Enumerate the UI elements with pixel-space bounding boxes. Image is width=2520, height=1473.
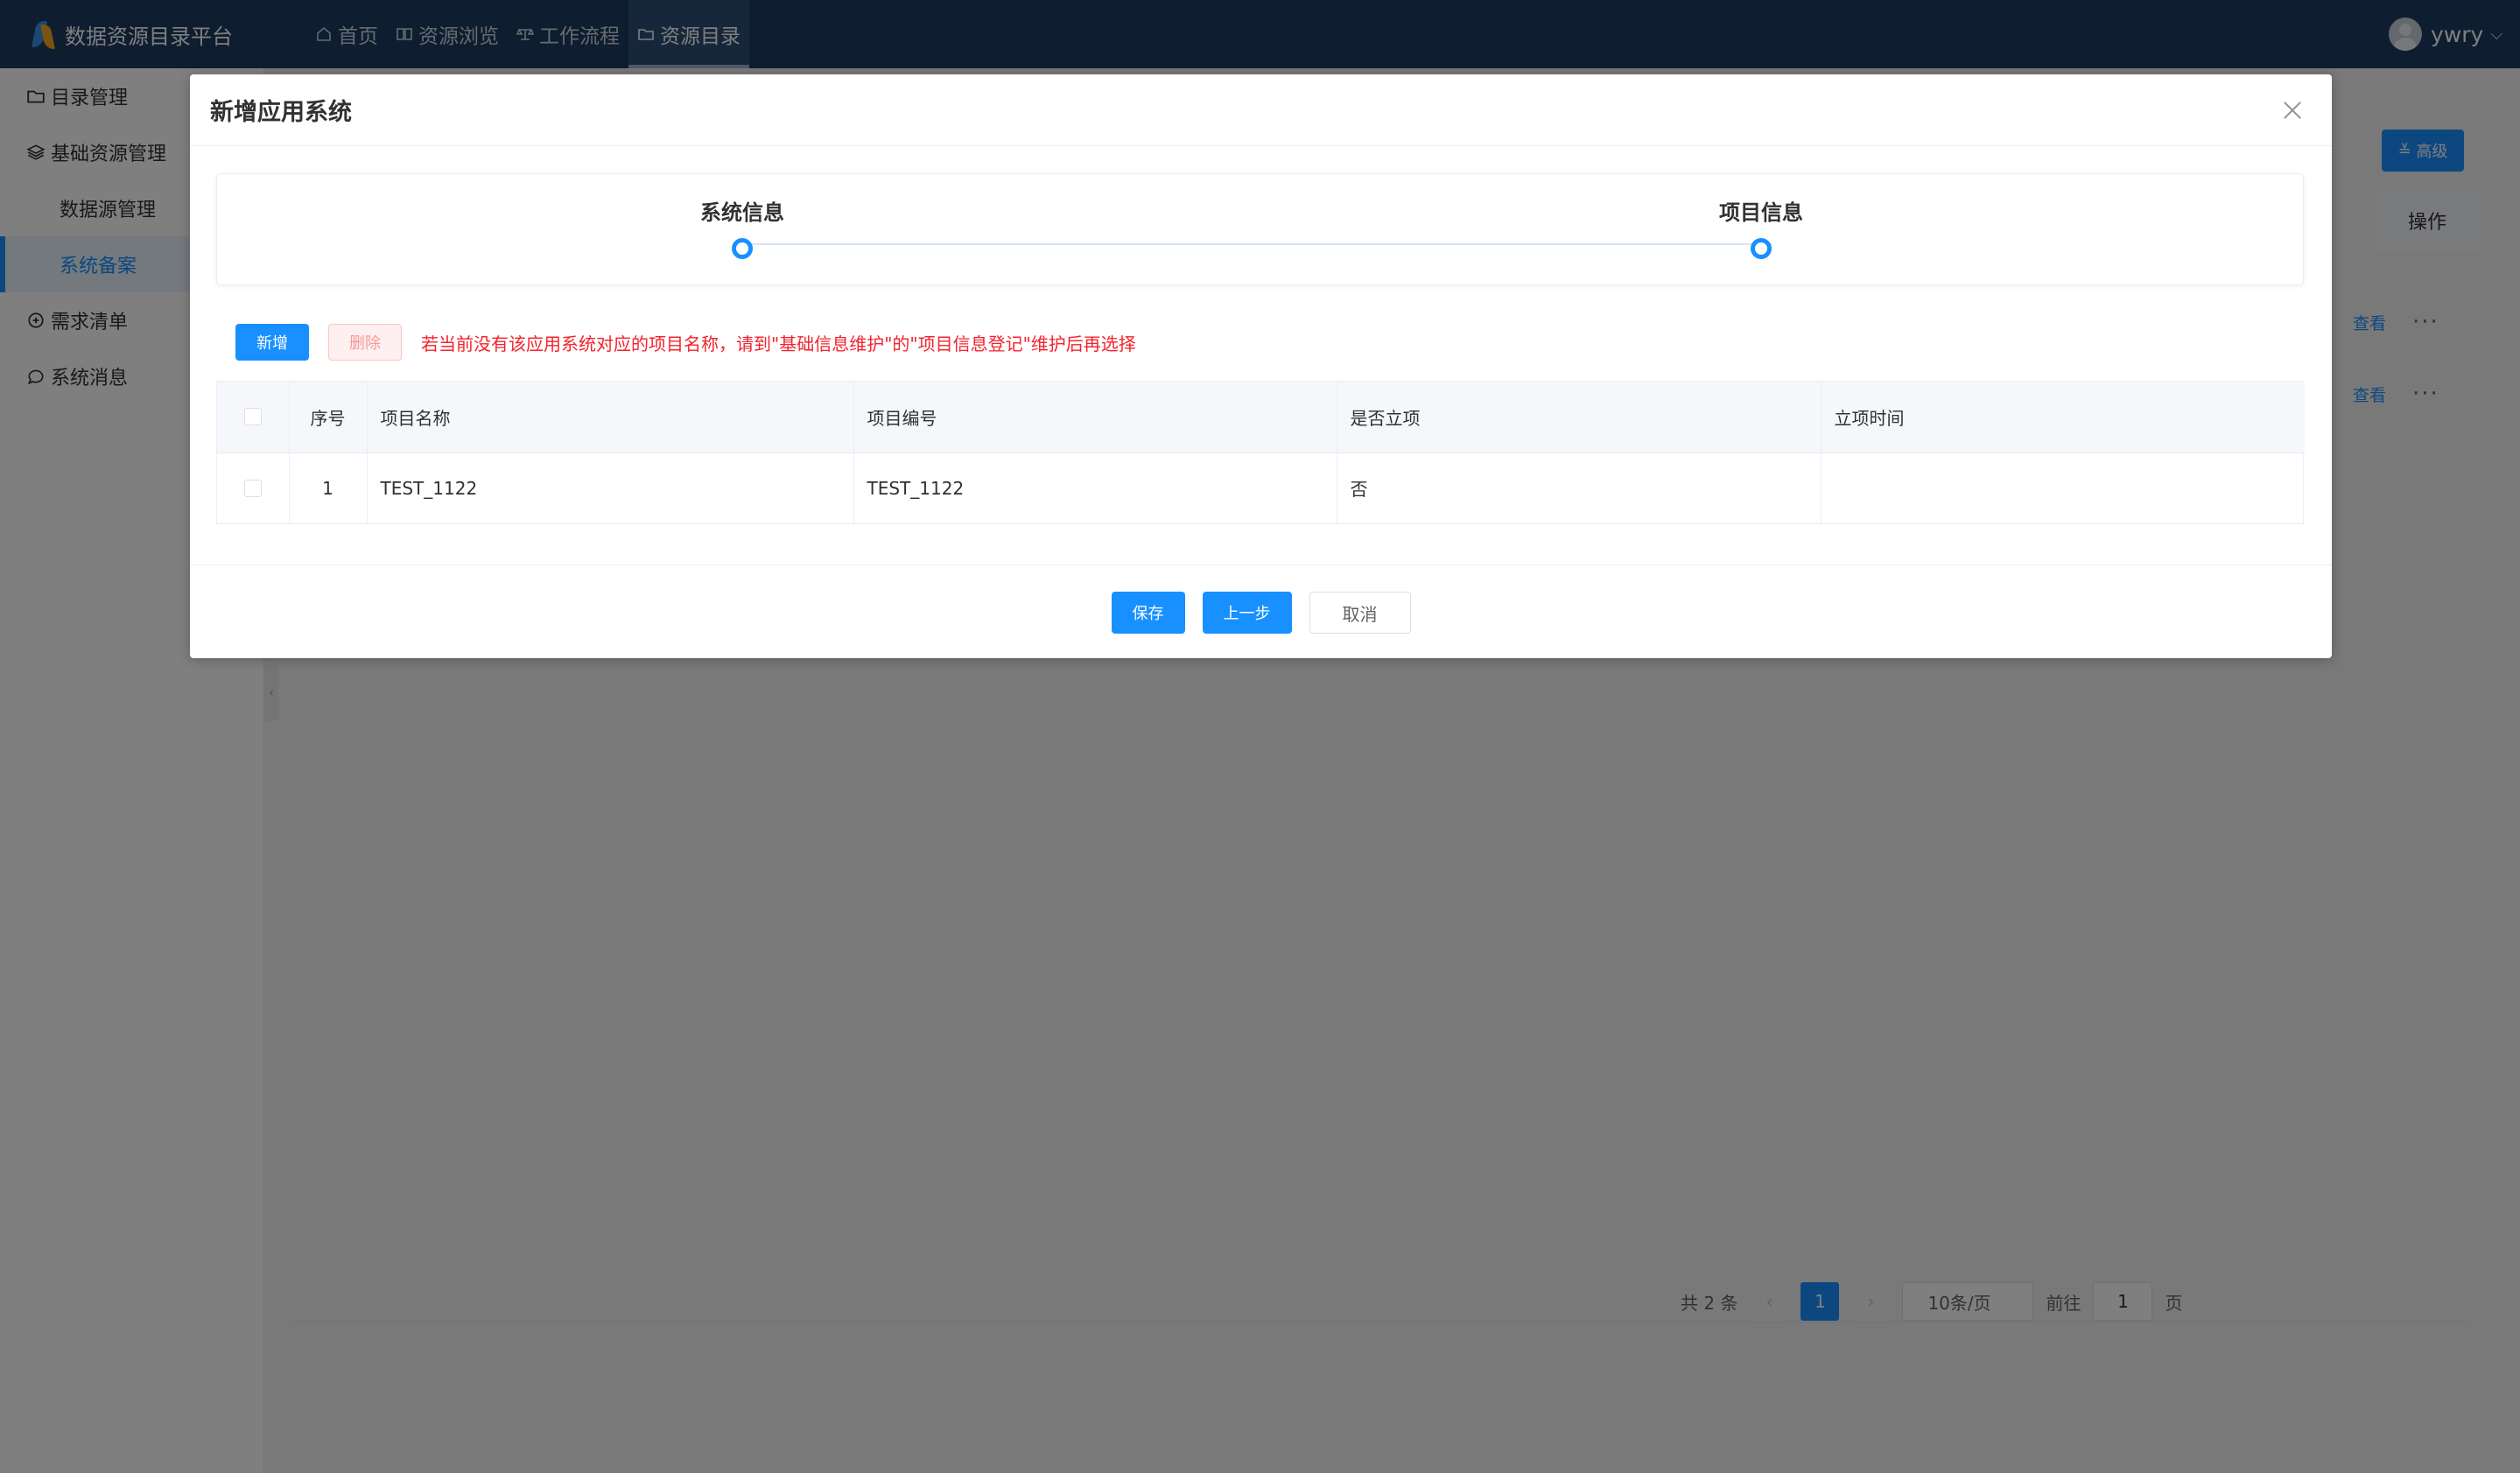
column-header-index: 序号 bbox=[289, 382, 368, 453]
close-icon[interactable] bbox=[2279, 97, 2306, 123]
hint-text: 若当前没有该应用系统对应的项目名称，请到"基础信息维护"的"项目信息登记"维护后… bbox=[421, 333, 1136, 354]
dialog-title: 新增应用系统 bbox=[210, 99, 352, 126]
dialog-footer: 保存 上一步 取消 bbox=[190, 565, 2332, 658]
cell-index: 1 bbox=[289, 452, 368, 523]
table-header-row: 序号 项目名称 项目编号 是否立项 立项时间 bbox=[217, 382, 2305, 453]
step-connector bbox=[752, 243, 1772, 245]
step-label: 项目信息 bbox=[1719, 200, 1803, 225]
step-dot-icon bbox=[1751, 238, 1772, 259]
cell-approved-time bbox=[1821, 452, 2305, 523]
select-all-checkbox[interactable] bbox=[243, 408, 262, 426]
step-project-info: 项目信息 bbox=[1674, 195, 1849, 259]
row-checkbox[interactable] bbox=[243, 479, 262, 497]
column-header-code: 项目编号 bbox=[853, 382, 1337, 453]
delete-project-button[interactable]: 删除 bbox=[328, 324, 402, 361]
table-row[interactable]: 1 TEST_1122 TEST_1122 否 bbox=[217, 452, 2305, 523]
dialog-header: 新增应用系统 bbox=[190, 74, 2332, 146]
project-table: 序号 项目名称 项目编号 是否立项 立项时间 1 TEST_1122 TEST_… bbox=[216, 381, 2305, 524]
step-label: 系统信息 bbox=[700, 200, 784, 225]
table-toolbar: 新增 删除 若当前没有该应用系统对应的项目名称，请到"基础信息维护"的"项目信息… bbox=[235, 324, 1136, 361]
column-header-approved-time: 立项时间 bbox=[1821, 382, 2305, 453]
select-all-cell bbox=[217, 382, 290, 453]
add-application-system-dialog: 新增应用系统 系统信息 项目信息 新增 删除 若当前没有该应用系统对应的项目名称… bbox=[190, 74, 2332, 658]
steps-indicator: 系统信息 项目信息 bbox=[216, 173, 2304, 285]
step-system-info: 系统信息 bbox=[655, 195, 830, 259]
cell-project-name: TEST_1122 bbox=[367, 452, 854, 523]
add-project-button[interactable]: 新增 bbox=[235, 324, 309, 361]
row-select-cell bbox=[217, 452, 290, 523]
save-button[interactable]: 保存 bbox=[1111, 592, 1185, 634]
column-header-approved: 是否立项 bbox=[1337, 382, 1822, 453]
cell-approved: 否 bbox=[1337, 452, 1822, 523]
cancel-button[interactable]: 取消 bbox=[1309, 592, 1411, 634]
previous-step-button[interactable]: 上一步 bbox=[1202, 592, 1292, 634]
column-header-name: 项目名称 bbox=[367, 382, 854, 453]
step-dot-icon bbox=[732, 238, 753, 259]
cell-project-code: TEST_1122 bbox=[853, 452, 1337, 523]
